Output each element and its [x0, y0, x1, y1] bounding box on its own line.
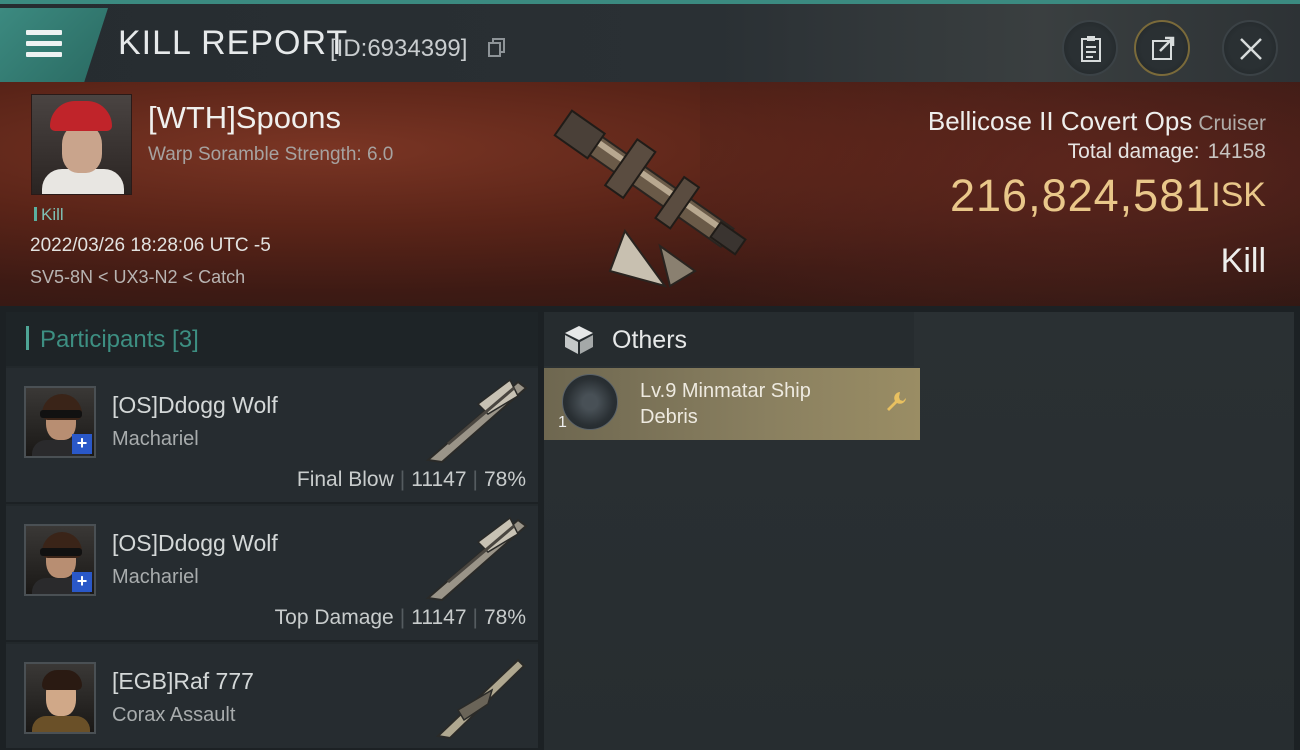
ship-class: Cruiser	[1198, 112, 1266, 135]
victim-ship-image	[553, 109, 747, 288]
item-name: Lv.9 Minmatar Ship Debris	[640, 380, 811, 428]
participant-name: [OS]Ddogg Wolf	[112, 530, 278, 556]
participant-avatar[interactable]	[24, 662, 96, 734]
total-damage-label: Total damage:	[1067, 140, 1200, 163]
participant-damage: 11147	[411, 468, 467, 491]
menu-icon	[26, 30, 62, 58]
kill-datetime: 2022/03/26 18:28:06 UTC -5	[30, 235, 271, 256]
total-damage: Total damage: 14158	[1068, 140, 1266, 164]
participant-ship: Corax Assault	[112, 704, 236, 726]
participant-row[interactable]: [EGB]Raf 777 Corax Assault	[6, 644, 538, 750]
participant-name: [EGB]Raf 777	[112, 668, 254, 694]
others-title: Others	[612, 326, 688, 354]
others-header: Others	[544, 312, 914, 366]
report-id: [ID:6934399]	[330, 35, 468, 62]
item-quantity: 1	[558, 414, 567, 431]
close-icon	[1240, 38, 1262, 60]
result-label: Kill	[1220, 242, 1266, 280]
participant-row[interactable]: + [OS]Ddogg Wolf Machariel Final Blow | 11…	[6, 368, 538, 504]
participant-damage: 11147	[411, 606, 467, 629]
plus-icon: +	[72, 434, 92, 454]
participant-role: Top Damage	[274, 606, 394, 629]
page-title: KILL REPORT	[118, 24, 349, 62]
kill-tag: Kill	[34, 205, 64, 225]
share-icon	[1152, 36, 1175, 60]
kill-location: SV5-8N < UX3-N2 < Catch	[30, 267, 246, 287]
victim-avatar[interactable]	[31, 94, 132, 195]
participants-header: Participants [3]	[6, 312, 538, 366]
participant-ship-image	[425, 516, 528, 602]
participant-stats: Top Damage | 11147 | 78%	[274, 606, 526, 629]
clipboard-icon	[1081, 36, 1101, 62]
victim-ship-name: Bellicose II Covert Ops Cruiser	[928, 106, 1266, 137]
participant-percent: 78%	[483, 606, 526, 629]
participant-avatar[interactable]: +	[24, 386, 96, 458]
ship-name-text: Bellicose II Covert Ops	[927, 106, 1193, 136]
menu-button[interactable]	[0, 8, 108, 82]
participant-stats: Final Blow | 11147 | 78%	[296, 468, 526, 491]
share-button[interactable]	[1134, 20, 1190, 76]
participants-title: Participants [3]	[40, 326, 199, 353]
others-panel: Others 1 Lv.9 Minmatar Ship Debris	[544, 312, 1294, 750]
participant-avatar[interactable]: +	[24, 524, 96, 596]
isk-value: 216,824,581	[950, 170, 1212, 221]
total-damage-value: 14158	[1207, 140, 1266, 163]
warp-scramble-strength: Warp Soramble Strength: 6.0	[148, 144, 394, 165]
participants-panel: Participants [3] + [OS]Ddogg Wolf Machar…	[6, 312, 538, 750]
close-button[interactable]	[1222, 20, 1278, 76]
participant-ship: Machariel	[112, 428, 199, 450]
participant-ship-image	[425, 378, 528, 464]
top-bar: KILL REPORT [ID:6934399]	[0, 0, 1300, 82]
isk-unit: ISK	[1211, 176, 1266, 214]
copy-icon[interactable]	[488, 38, 506, 58]
participant-name: [OS]Ddogg Wolf	[112, 392, 278, 418]
participant-row[interactable]: + [OS]Ddogg Wolf Machariel Top Damage | 11…	[6, 506, 538, 642]
participant-percent: 78%	[483, 468, 526, 491]
wrench-icon[interactable]	[884, 390, 908, 414]
participant-role: Final Blow	[296, 468, 394, 491]
participant-ship: Machariel	[112, 566, 199, 588]
plus-icon: +	[72, 572, 92, 592]
debris-item-icon	[562, 374, 618, 430]
loot-item-card[interactable]: 1 Lv.9 Minmatar Ship Debris	[544, 368, 920, 440]
participant-ship-image	[435, 658, 526, 740]
cube-icon	[565, 326, 593, 354]
clipboard-button[interactable]	[1062, 20, 1118, 76]
victim-name[interactable]: [WTH]Spoons	[148, 100, 341, 136]
